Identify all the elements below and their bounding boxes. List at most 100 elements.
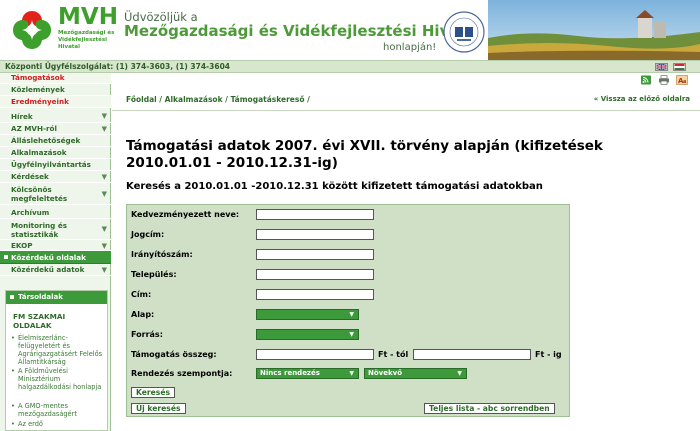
- sidebar-item-hirek[interactable]: Hírek ▼: [0, 110, 111, 123]
- sidebar-item-archivum[interactable]: Archívum: [0, 207, 111, 219]
- bullet-icon: •: [11, 420, 15, 428]
- telepules-label: Település:: [131, 270, 177, 279]
- sort-field-select[interactable]: Nincs rendezés ▼: [256, 368, 359, 379]
- osszeg-from-input[interactable]: [256, 349, 374, 360]
- sort-direction-value: Növekvő: [368, 369, 403, 377]
- jogcim-input[interactable]: [256, 229, 374, 240]
- ft-tol-label: Ft - tól: [378, 350, 409, 359]
- ft-ig-label: Ft - ig: [535, 350, 562, 359]
- chevron-down-icon: ▼: [101, 225, 107, 233]
- partner-link[interactable]: • Élelmiszerlánc-felügyeletért és Agrári…: [10, 334, 108, 366]
- welcome-line-3: honlapján!: [383, 42, 437, 53]
- sort-direction-select[interactable]: Növekvő ▼: [364, 368, 467, 379]
- sidebar-item-label: AZ MVH-ról: [11, 124, 57, 133]
- sidebar-item-kozerdeku-oldalak[interactable]: Közérdekű oldalak: [0, 251, 111, 264]
- bullet-icon: •: [11, 334, 15, 342]
- breadcrumb[interactable]: Főoldal / Alkalmazások / Támogatáskereső…: [126, 95, 310, 104]
- logo-text: MVH: [58, 4, 118, 30]
- header-landscape-photo: [488, 0, 700, 60]
- cim-label: Cím:: [131, 290, 152, 299]
- sidebar-item-allaslehetosegek[interactable]: Álláslehetőségek: [0, 135, 111, 147]
- sidebar-item-label: Támogatások: [11, 73, 65, 82]
- sidebar-item-kozlemenyek[interactable]: Közlemények: [0, 84, 111, 96]
- sort-field-value: Nincs rendezés: [260, 369, 320, 377]
- sidebar-item-kolcsonos-megfeleltetes[interactable]: Kölcsönös megfeleltetés ▼: [0, 183, 111, 205]
- sidebar-item-ekop[interactable]: EKOP ▼: [0, 241, 111, 251]
- sidebar-item-kerdesek[interactable]: Kérdések ▼: [0, 171, 111, 183]
- sidebar-item-label: Közérdekű adatok: [11, 265, 85, 274]
- sidebar-item-ugyfelnyilvantartas[interactable]: Ügyfélnyilvántartás: [0, 159, 111, 171]
- page-tools: A a: [632, 75, 692, 85]
- sidebar-item-eredmenyeink[interactable]: Eredményeink: [0, 96, 111, 108]
- sidebar-item-label: Kölcsönös megfeleltetés: [11, 185, 68, 203]
- page-title: Támogatási adatok 2007. évi XVII. törvén…: [126, 138, 603, 171]
- partner-link[interactable]: • Az erdő: [10, 420, 108, 428]
- alap-select[interactable]: ▼: [256, 309, 359, 320]
- font-size-icon[interactable]: A a: [676, 75, 688, 85]
- sidebar-item-monitoring[interactable]: Monitoring és statisztikák ▼: [0, 219, 111, 240]
- page-subtitle: Keresés a 2010.01.01 -2010.12.31 között …: [126, 181, 543, 192]
- sidebar-item-label: Alkalmazások: [11, 148, 67, 157]
- bullet-icon: •: [11, 367, 15, 375]
- sidebar-item-label: Eredményeink: [11, 97, 69, 106]
- back-link[interactable]: « Vissza az előző oldalra: [594, 95, 690, 103]
- sidebar-item-label: Közérdekű oldalak: [11, 253, 86, 262]
- hungary-flag-icon[interactable]: [673, 63, 686, 71]
- irsz-input[interactable]: [256, 249, 374, 260]
- chevron-down-icon: ▼: [101, 190, 107, 198]
- sidebar-item-label: Álláslehetőségek: [11, 136, 81, 145]
- chevron-down-icon: ▼: [349, 311, 354, 318]
- new-search-button[interactable]: Új keresés: [131, 403, 186, 414]
- chevron-down-icon: ▼: [101, 173, 107, 181]
- main-content: A a Főoldal / Alkalmazások / Támogatáske…: [112, 73, 700, 431]
- partner-sites-header: Társoldalak: [6, 291, 107, 304]
- fm-section-title: FM SZAKMAI OLDALAK: [13, 312, 66, 330]
- sidebar-item-label: Hírek: [11, 112, 33, 121]
- sidebar-item-label: Monitoring és statisztikák: [11, 221, 67, 239]
- partner-link-label: A Földművelési Minisztérium halgazdálkod…: [18, 367, 102, 391]
- print-icon[interactable]: [658, 75, 670, 85]
- search-form: Kedvezményezett neve: Jogcím: Irányítósz…: [126, 204, 570, 417]
- osszeg-label: Támogatás összeg:: [131, 350, 217, 359]
- sidebar-item-az-mvh-rol[interactable]: AZ MVH-ról ▼: [0, 123, 111, 135]
- search-button[interactable]: Keresés: [131, 387, 175, 398]
- logo-subtitle: Mezőgazdasági és Vidékfejlesztési Hivata…: [58, 30, 115, 50]
- sidebar: Támogatások Közlemények Eredményeink Hír…: [0, 73, 111, 431]
- sidebar-item-tamogatasok[interactable]: Támogatások: [0, 73, 111, 84]
- bullet-icon: •: [11, 402, 15, 410]
- uk-flag-icon[interactable]: [655, 63, 668, 71]
- certification-seal-icon: [443, 11, 485, 53]
- cim-input[interactable]: [256, 289, 374, 300]
- alap-label: Alap:: [131, 310, 155, 319]
- sidebar-item-label: Archívum: [11, 208, 50, 217]
- rendezes-label: Rendezés szempontja:: [131, 369, 233, 378]
- osszeg-to-input[interactable]: [413, 349, 531, 360]
- chevron-down-icon: ▼: [101, 266, 107, 274]
- sidebar-item-label: EKOP: [11, 241, 33, 250]
- name-input[interactable]: [256, 209, 374, 220]
- mvh-logo-icon[interactable]: [8, 6, 56, 54]
- forras-label: Forrás:: [131, 330, 163, 339]
- jogcim-label: Jogcím:: [131, 230, 165, 239]
- site-header: MVH Mezőgazdasági és Vidékfejlesztési Hi…: [0, 0, 700, 60]
- svg-text:a: a: [683, 79, 686, 85]
- sidebar-item-kozerdeku-adatok[interactable]: Közérdekű adatok ▼: [0, 264, 111, 276]
- welcome-line-2: Mezőgazdasági és Vidékfejlesztési Hivata…: [124, 22, 482, 40]
- breadcrumb-bar: Főoldal / Alkalmazások / Támogatáskereső…: [112, 87, 700, 111]
- full-list-button[interactable]: Teljes lista - abc sorrendben: [424, 403, 555, 414]
- partner-link[interactable]: • A Földművelési Minisztérium halgazdálk…: [10, 367, 108, 391]
- customer-service-phone: Központi Ügyfélszolgálat: (1) 374-3603, …: [5, 62, 231, 71]
- partner-link-label: A GMO-mentes mezőgazdaságért: [18, 402, 77, 418]
- rss-icon[interactable]: [640, 75, 652, 85]
- partner-link[interactable]: • A GMO-mentes mezőgazdaságért: [10, 402, 108, 418]
- sidebar-item-alkalmazasok[interactable]: Alkalmazások: [0, 147, 111, 159]
- name-label: Kedvezményezett neve:: [131, 210, 240, 219]
- chevron-down-icon: ▼: [349, 370, 354, 377]
- chevron-down-icon: ▼: [349, 331, 354, 338]
- telepules-input[interactable]: [256, 269, 374, 280]
- chevron-down-icon: ▼: [101, 112, 107, 120]
- sidebar-item-label: Kérdések: [11, 172, 49, 181]
- forras-select[interactable]: ▼: [256, 329, 359, 340]
- chevron-down-icon: ▼: [101, 242, 107, 250]
- sidebar-item-label: Ügyfélnyilvántartás: [11, 160, 91, 169]
